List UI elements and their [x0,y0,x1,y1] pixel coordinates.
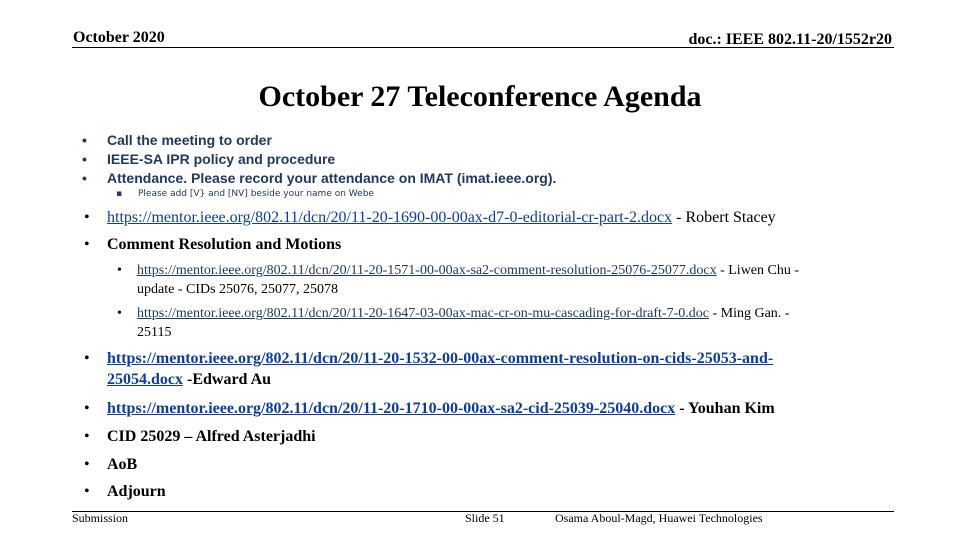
bullet-icon: • [82,151,87,167]
agenda-item-attendance: Attendance. Please record your attendanc… [107,170,557,186]
bullet-icon: • [84,209,90,226]
edward-au-doc-link-line1[interactable]: https://mentor.ieee.org/802.11/dcn/20/11… [107,350,773,367]
liwen-chu-presenter: - Liwen Chu - [716,263,800,278]
bullet-icon: • [84,236,90,253]
bullet-icon: • [82,132,87,148]
sub-item-liwen-chu-continuation: update - CIDs 25076, 25077, 25078 [137,282,339,297]
agenda-item-adjourn: Adjourn [107,483,166,500]
edward-au-presenter: -Edward Au [183,371,272,388]
bullet-icon: • [84,428,90,445]
ming-gan-presenter: - Ming Gan. - [708,306,790,321]
liwen-chu-doc-link[interactable]: https://mentor.ieee.org/802.11/dcn/20/11… [137,263,717,278]
youhan-kim-presenter: - Youhan Kim [675,400,775,417]
sub-item-ming-gan: https://mentor.ieee.org/802.11/dcn/20/11… [137,306,789,322]
sub-item-liwen-chu: https://mentor.ieee.org/802.11/dcn/20/11… [137,263,799,279]
editorial-presenter: - Robert Stacey [672,209,776,226]
attendance-note: Please add [V} and [NV] beside your name… [138,189,374,199]
editorial-doc-link[interactable]: https://mentor.ieee.org/802.11/dcn/20/11… [107,209,672,226]
bullet-icon: • [84,350,90,367]
footer-submission: Submission [72,511,129,525]
agenda-item-cid-25029: CID 25029 – Alfred Asterjadhi [107,428,316,445]
footer-slide-number: Slide 51 [465,511,505,525]
agenda-item-25039: https://mentor.ieee.org/802.11/dcn/20/11… [107,400,775,418]
agenda-item-25053-line2: 25054.docx -Edward Au [107,371,271,389]
youhan-kim-doc-link[interactable]: https://mentor.ieee.org/802.11/dcn/20/11… [107,400,675,417]
agenda-item-25053: https://mentor.ieee.org/802.11/dcn/20/11… [107,350,773,368]
ming-gan-doc-link[interactable]: https://mentor.ieee.org/802.11/dcn/20/11… [137,306,709,321]
agenda-item-call-to-order: Call the meeting to order [107,132,272,148]
agenda-item-ipr-policy: IEEE-SA IPR policy and procedure [107,151,336,167]
bullet-icon: • [84,456,90,473]
bullet-icon: • [117,263,122,278]
bullet-icon: • [84,483,90,500]
bullet-icon: • [82,170,87,186]
agenda-item-editorial: https://mentor.ieee.org/802.11/dcn/20/11… [107,209,776,227]
bullet-icon: • [84,400,90,417]
agenda-item-comment-resolution: Comment Resolution and Motions [107,236,342,253]
slide-title: October 27 Teleconference Agenda [258,80,702,113]
header-divider [72,47,894,48]
header-date: October 2020 [73,29,165,46]
bullet-icon: • [117,306,122,321]
edward-au-doc-link-line2[interactable]: 25054.docx [107,371,183,388]
sub-item-ming-gan-continuation: 25115 [137,325,172,340]
footer-author: Osama Aboul-Magd, Huawei Technologies [555,511,763,525]
sub-bullet-icon: ▪ [116,189,123,199]
agenda-item-aob: AoB [107,456,138,473]
